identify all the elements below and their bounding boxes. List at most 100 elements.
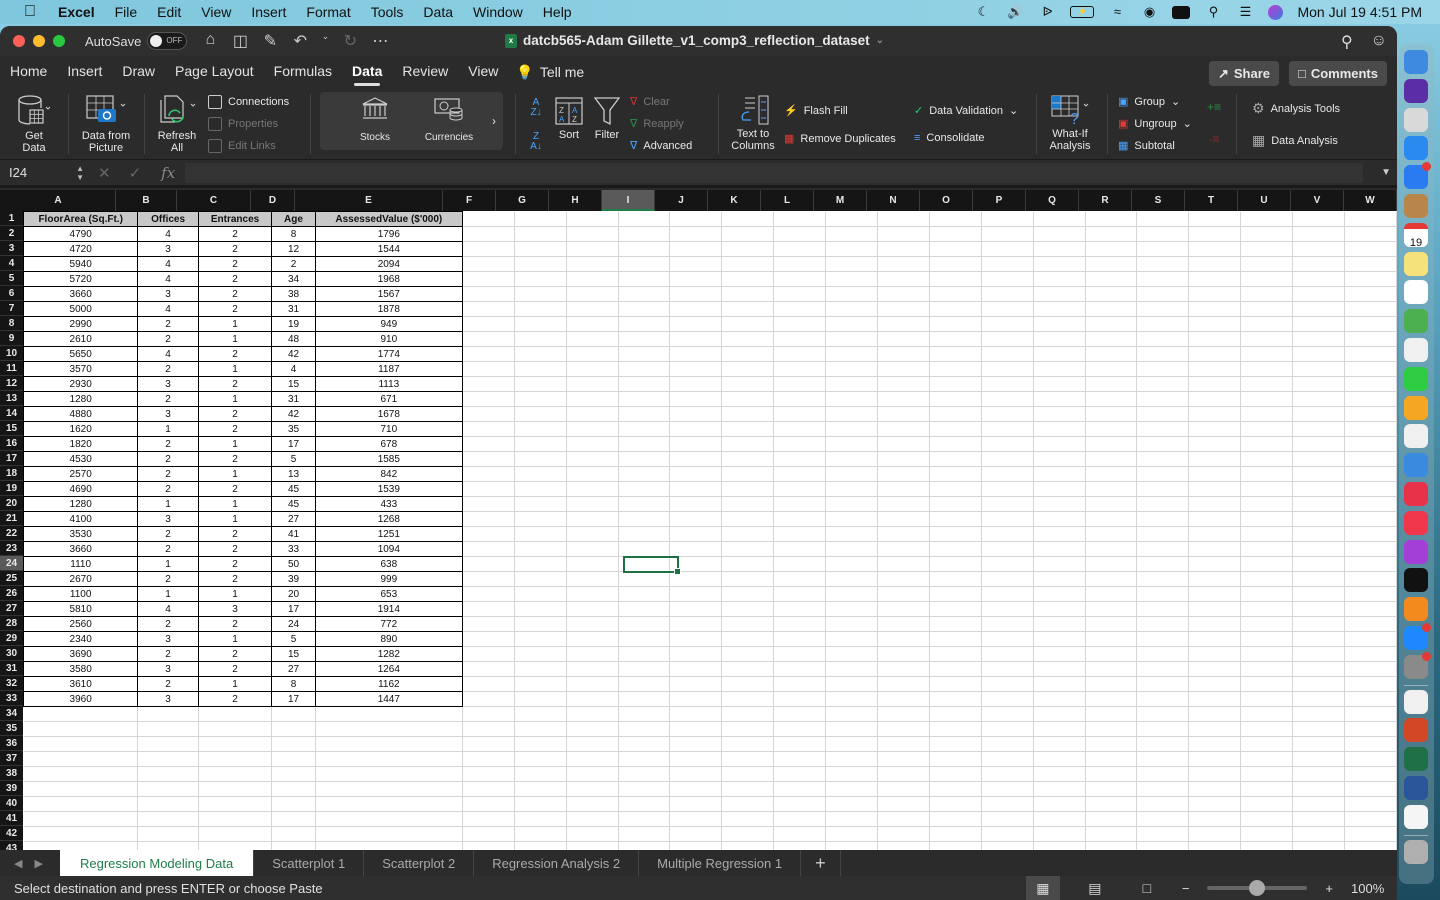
cell-p[interactable] <box>981 226 1034 242</box>
cell-a[interactable]: 5720 <box>22 271 139 287</box>
cell-h[interactable] <box>566 751 619 767</box>
flash-fill-button[interactable]: ⚡ Flash Fill <box>784 104 848 118</box>
sheet-tab-regression-analysis-2[interactable]: Regression Analysis 2 <box>474 850 640 876</box>
dock-notes-icon[interactable] <box>1404 251 1428 276</box>
cell-n[interactable] <box>877 526 930 542</box>
cell-v[interactable] <box>1292 451 1346 467</box>
edit-links-button[interactable]: Edit Links <box>208 139 276 153</box>
cell-g[interactable] <box>514 346 567 362</box>
cell-d[interactable]: 34 <box>271 271 316 287</box>
cell-v[interactable] <box>1292 406 1346 422</box>
cell-m[interactable] <box>825 316 879 332</box>
cell-h[interactable] <box>566 631 619 647</box>
cell-m[interactable] <box>825 601 879 617</box>
tab-review[interactable]: Review <box>402 56 448 88</box>
cell-m[interactable] <box>825 286 879 302</box>
cell-e[interactable] <box>315 781 463 797</box>
cell-e[interactable]: 1187 <box>314 361 463 377</box>
cell-c[interactable]: 1 <box>197 316 273 332</box>
cell-g[interactable] <box>514 286 567 302</box>
cell-w[interactable] <box>1344 256 1397 272</box>
cell-e[interactable]: 671 <box>314 391 463 407</box>
stocks-button[interactable]: Stocks <box>348 96 402 143</box>
cell-l[interactable] <box>773 271 827 287</box>
formula-input[interactable] <box>185 162 1364 183</box>
cell-o[interactable] <box>929 316 982 332</box>
column-header-t[interactable]: T <box>1185 190 1238 211</box>
comments-button[interactable]: □ Comments <box>1288 61 1387 86</box>
cell-l[interactable] <box>773 586 827 602</box>
cell-o[interactable] <box>929 721 982 737</box>
cell-e[interactable]: 890 <box>314 631 463 647</box>
cell-w[interactable] <box>1344 496 1397 512</box>
cell-l[interactable] <box>773 361 827 377</box>
minimize-window-button[interactable] <box>33 35 45 47</box>
cell-o[interactable] <box>929 526 982 542</box>
cell-v[interactable] <box>1292 601 1346 617</box>
row-header-43[interactable]: 43 <box>0 841 23 850</box>
cell-b[interactable]: 4 <box>137 346 199 362</box>
cell-w[interactable] <box>1344 616 1397 632</box>
cell-r[interactable] <box>1085 736 1138 752</box>
cell-j[interactable] <box>669 766 723 782</box>
cell-w[interactable] <box>1344 406 1397 422</box>
dock-app-store-icon[interactable] <box>1404 623 1431 650</box>
cell-b[interactable]: Offices <box>137 211 199 227</box>
cell-w[interactable] <box>1344 601 1397 617</box>
cell-d[interactable]: 38 <box>271 286 316 302</box>
cell-s[interactable] <box>1136 601 1190 617</box>
cell-u[interactable] <box>1240 586 1294 602</box>
cell-s[interactable] <box>1136 526 1190 542</box>
cell-t[interactable] <box>1188 226 1242 242</box>
cell-v[interactable] <box>1292 751 1346 767</box>
cell-f[interactable] <box>462 286 515 302</box>
cell-m[interactable] <box>825 766 879 782</box>
menu-edit[interactable]: Edit <box>157 4 181 20</box>
cell-c[interactable]: 3 <box>197 601 273 617</box>
cell-j[interactable] <box>669 841 723 850</box>
cell-w[interactable] <box>1344 811 1397 827</box>
cell-m[interactable] <box>825 451 879 467</box>
column-header-s[interactable]: S <box>1132 190 1185 211</box>
cell-i[interactable] <box>618 841 671 850</box>
column-header-c[interactable]: C <box>177 190 251 211</box>
cell-u[interactable] <box>1240 811 1294 827</box>
cell-f[interactable] <box>462 421 515 437</box>
cell-n[interactable] <box>877 391 930 407</box>
cell-j[interactable] <box>669 541 723 557</box>
cell-q[interactable] <box>1033 511 1086 527</box>
cell-f[interactable] <box>462 406 515 422</box>
cell-f[interactable] <box>462 226 515 242</box>
save-as-icon[interactable]: ✎ <box>261 31 279 51</box>
data-table[interactable]: FloorArea (Sq.Ft.) Offices Entrances Age Ass… <box>22 211 1397 850</box>
cell-j[interactable] <box>669 676 723 692</box>
cell-s[interactable] <box>1136 736 1190 752</box>
cell-d[interactable]: 35 <box>271 421 316 437</box>
cell-v[interactable] <box>1292 661 1346 677</box>
cell-w[interactable] <box>1344 841 1397 850</box>
cell-p[interactable] <box>981 496 1034 512</box>
cell-o[interactable] <box>929 211 982 227</box>
cell-v[interactable] <box>1292 526 1346 542</box>
cell-t[interactable] <box>1188 661 1242 677</box>
row-header-18[interactable]: 18 <box>0 466 23 481</box>
cell-p[interactable] <box>981 721 1034 737</box>
column-header-b[interactable]: B <box>116 190 177 211</box>
cell-q[interactable] <box>1033 706 1086 722</box>
cell-k[interactable] <box>721 391 775 407</box>
cell-c[interactable]: 1 <box>197 676 273 692</box>
cell-l[interactable] <box>773 211 827 227</box>
dock-numbers-icon[interactable] <box>1404 424 1428 449</box>
row-header-10[interactable]: 10 <box>0 346 23 361</box>
cell-r[interactable] <box>1085 721 1138 737</box>
cell-p[interactable] <box>981 436 1034 452</box>
cell-v[interactable] <box>1292 736 1346 752</box>
cell-k[interactable] <box>721 226 775 242</box>
column-header-l[interactable]: L <box>761 190 814 211</box>
wifi-icon[interactable]: ≈ <box>1108 4 1126 20</box>
cell-k[interactable] <box>721 706 775 722</box>
advanced-filter-button[interactable]: ∇ Advanced <box>630 139 692 153</box>
cell-m[interactable] <box>825 436 879 452</box>
row-header-26[interactable]: 26 <box>0 586 23 601</box>
cell-d[interactable]: 45 <box>271 496 316 512</box>
